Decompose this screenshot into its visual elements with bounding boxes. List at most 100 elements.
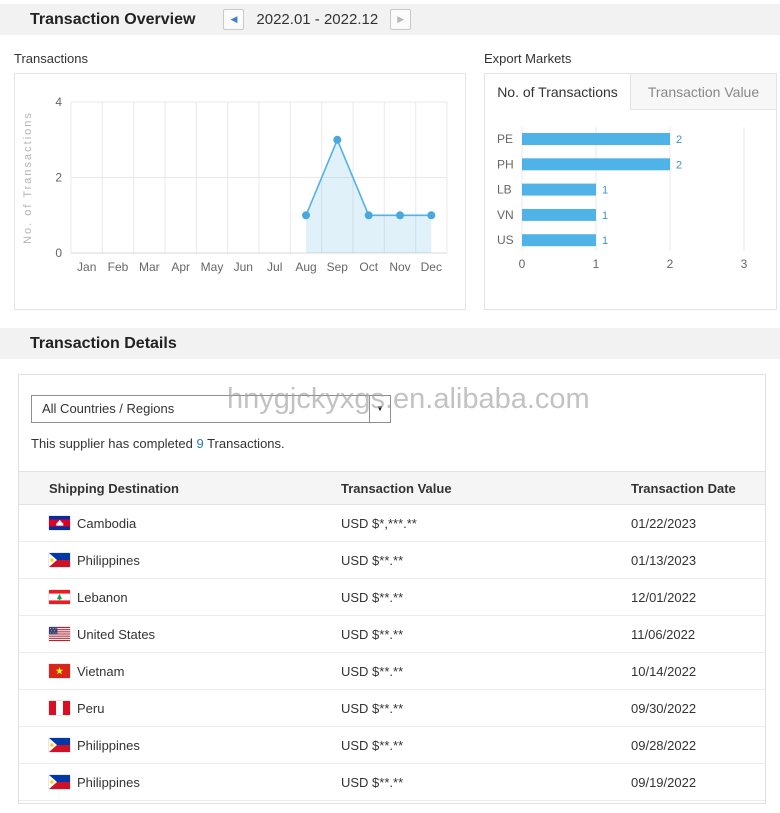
transactions-chart-section: Transactions 0 2 4 Jan Feb Mar Apr May Jun Jul Aug… xyxy=(14,51,466,310)
cell-transaction-date: 11/06/2022 xyxy=(601,615,765,653)
cell-shipping-destination: United States xyxy=(19,615,311,653)
svg-text:Oct: Oct xyxy=(359,260,378,274)
svg-text:PE: PE xyxy=(497,132,513,146)
svg-text:No. of Transactions: No. of Transactions xyxy=(22,111,34,244)
country-name: Peru xyxy=(77,700,105,716)
cell-transaction-date: 09/30/2022 xyxy=(601,689,765,727)
country-name: Lebanon xyxy=(77,589,128,605)
col-transaction-value: Transaction Value xyxy=(311,471,601,505)
table-row: Philippines USD $**.** 09/19/2022 xyxy=(19,763,765,801)
svg-text:PH: PH xyxy=(497,157,514,171)
summary-count: 9 xyxy=(196,436,204,451)
cell-transaction-value: USD $**.** xyxy=(311,652,601,690)
cell-transaction-date: 09/19/2022 xyxy=(601,763,765,801)
export-markets-bar-chart: 0 1 2 3 PE 2 PH 2 LB 1 VN 1 US 1 xyxy=(497,127,748,271)
next-period-button[interactable]: ▶ xyxy=(390,9,412,30)
svg-text:0: 0 xyxy=(519,257,526,271)
country-name: Philippines xyxy=(77,552,140,568)
cell-shipping-destination: Philippines xyxy=(19,763,311,801)
svg-text:Jan: Jan xyxy=(77,260,96,274)
cell-transaction-date: 09/28/2022 xyxy=(601,726,765,764)
cell-transaction-value: USD $**.** xyxy=(311,578,601,616)
svg-text:2: 2 xyxy=(676,159,682,171)
page-title: Transaction Overview xyxy=(30,10,196,28)
transactions-chart-panel: 0 2 4 Jan Feb Mar Apr May Jun Jul Aug Sep Oct Nov Dec N… xyxy=(14,73,466,310)
cell-transaction-date: 10/14/2022 xyxy=(601,652,765,690)
svg-text:1: 1 xyxy=(602,185,608,197)
table-row: Philippines USD $**.** 09/28/2022 xyxy=(19,726,765,764)
svg-text:Jul: Jul xyxy=(267,260,282,274)
svg-text:Feb: Feb xyxy=(108,260,129,274)
svg-text:2: 2 xyxy=(676,134,682,146)
country-name: United States xyxy=(77,626,156,642)
summary-suffix: Transactions. xyxy=(203,436,285,451)
cell-transaction-value: USD $**.** xyxy=(311,689,601,727)
flag-ph-icon xyxy=(49,552,70,567)
prev-period-button[interactable]: ◀ xyxy=(223,9,245,30)
export-markets-tabs: No. of Transactions Transaction Value xyxy=(485,74,776,110)
cell-shipping-destination: Cambodia xyxy=(19,504,311,542)
col-shipping-destination: Shipping Destination xyxy=(19,471,311,505)
svg-text:Jun: Jun xyxy=(234,260,253,274)
table-row: Peru USD $**.** 09/30/2022 xyxy=(19,689,765,727)
dropdown-arrow-icon[interactable]: ▼ xyxy=(369,396,390,422)
svg-text:Aug: Aug xyxy=(295,260,316,274)
cell-transaction-value: USD $**.** xyxy=(311,615,601,653)
cell-shipping-destination: Lebanon xyxy=(19,578,311,616)
flag-pe-icon xyxy=(49,700,70,715)
flag-vn-icon xyxy=(49,663,70,678)
table-row: United States USD $**.** 11/06/2022 xyxy=(19,615,765,653)
cell-transaction-date: 01/22/2023 xyxy=(601,504,765,542)
flag-kh-icon xyxy=(49,515,70,530)
cell-transaction-date: 01/13/2023 xyxy=(601,541,765,579)
table-row: Vietnam USD $**.** 10/14/2022 xyxy=(19,652,765,690)
country-name: Philippines xyxy=(77,737,140,753)
col-transaction-date: Transaction Date xyxy=(601,471,765,505)
svg-text:3: 3 xyxy=(741,257,748,271)
transaction-details-bar: Transaction Details xyxy=(0,328,780,359)
flag-us-icon xyxy=(49,626,70,641)
summary-prefix: This supplier has completed xyxy=(31,436,197,451)
svg-text:Apr: Apr xyxy=(171,260,190,274)
chevron-right-icon: ▶ xyxy=(397,14,405,24)
svg-text:1: 1 xyxy=(602,235,608,247)
cell-shipping-destination: Peru xyxy=(19,689,311,727)
cell-transaction-value: USD $*,***.** xyxy=(311,504,601,542)
svg-text:LB: LB xyxy=(497,183,512,197)
transaction-overview-bar: Transaction Overview ◀ 2022.01 - 2022.12… xyxy=(0,4,780,35)
table-row: Cambodia USD $*,***.** 01/22/2023 xyxy=(19,504,765,542)
svg-text:Sep: Sep xyxy=(327,260,349,274)
flag-lb-icon xyxy=(49,589,70,604)
date-range-navigator: ◀ 2022.01 - 2022.12 ▶ xyxy=(223,9,412,30)
export-markets-panel: No. of Transactions Transaction Value 0 1… xyxy=(484,73,777,310)
export-markets-section: Export Markets No. of Transactions Trans… xyxy=(484,51,777,310)
tab-transaction-value[interactable]: Transaction Value xyxy=(630,74,776,110)
transaction-details-title: Transaction Details xyxy=(30,334,177,352)
country-name: Cambodia xyxy=(77,515,137,531)
tab-no-of-transactions[interactable]: No. of Transactions xyxy=(485,74,630,110)
flag-ph-icon xyxy=(49,774,70,789)
cell-transaction-value: USD $**.** xyxy=(311,763,601,801)
cell-shipping-destination: Vietnam xyxy=(19,652,311,690)
svg-text:VN: VN xyxy=(497,208,514,222)
cell-shipping-destination: Philippines xyxy=(19,726,311,764)
cell-shipping-destination: Philippines xyxy=(19,541,311,579)
svg-text:May: May xyxy=(201,260,224,274)
cell-transaction-date: 12/01/2022 xyxy=(601,578,765,616)
date-range-label: 2022.01 - 2022.12 xyxy=(256,11,379,28)
country-filter-value: All Countries / Regions xyxy=(42,401,175,416)
svg-text:Mar: Mar xyxy=(139,260,160,274)
charts-row: Transactions 0 2 4 Jan Feb Mar Apr May Jun Jul Aug… xyxy=(0,35,780,310)
table-row: Philippines USD $**.** 01/13/2023 xyxy=(19,541,765,579)
table-header-row: Shipping Destination Transaction Value T… xyxy=(19,471,765,505)
svg-text:Dec: Dec xyxy=(421,260,442,274)
country-filter-select[interactable]: All Countries / Regions ▼ xyxy=(31,395,391,423)
svg-text:Nov: Nov xyxy=(389,260,410,274)
svg-text:1: 1 xyxy=(593,257,600,271)
cell-transaction-value: USD $**.** xyxy=(311,726,601,764)
summary-text: This supplier has completed 9 Transactio… xyxy=(31,436,765,451)
transactions-chart-title: Transactions xyxy=(14,51,88,66)
svg-text:US: US xyxy=(497,233,514,247)
svg-text:2: 2 xyxy=(667,257,674,271)
transactions-line-chart: 0 2 4 Jan Feb Mar Apr May Jun Jul Aug Sep Oct Nov Dec N… xyxy=(22,95,448,274)
